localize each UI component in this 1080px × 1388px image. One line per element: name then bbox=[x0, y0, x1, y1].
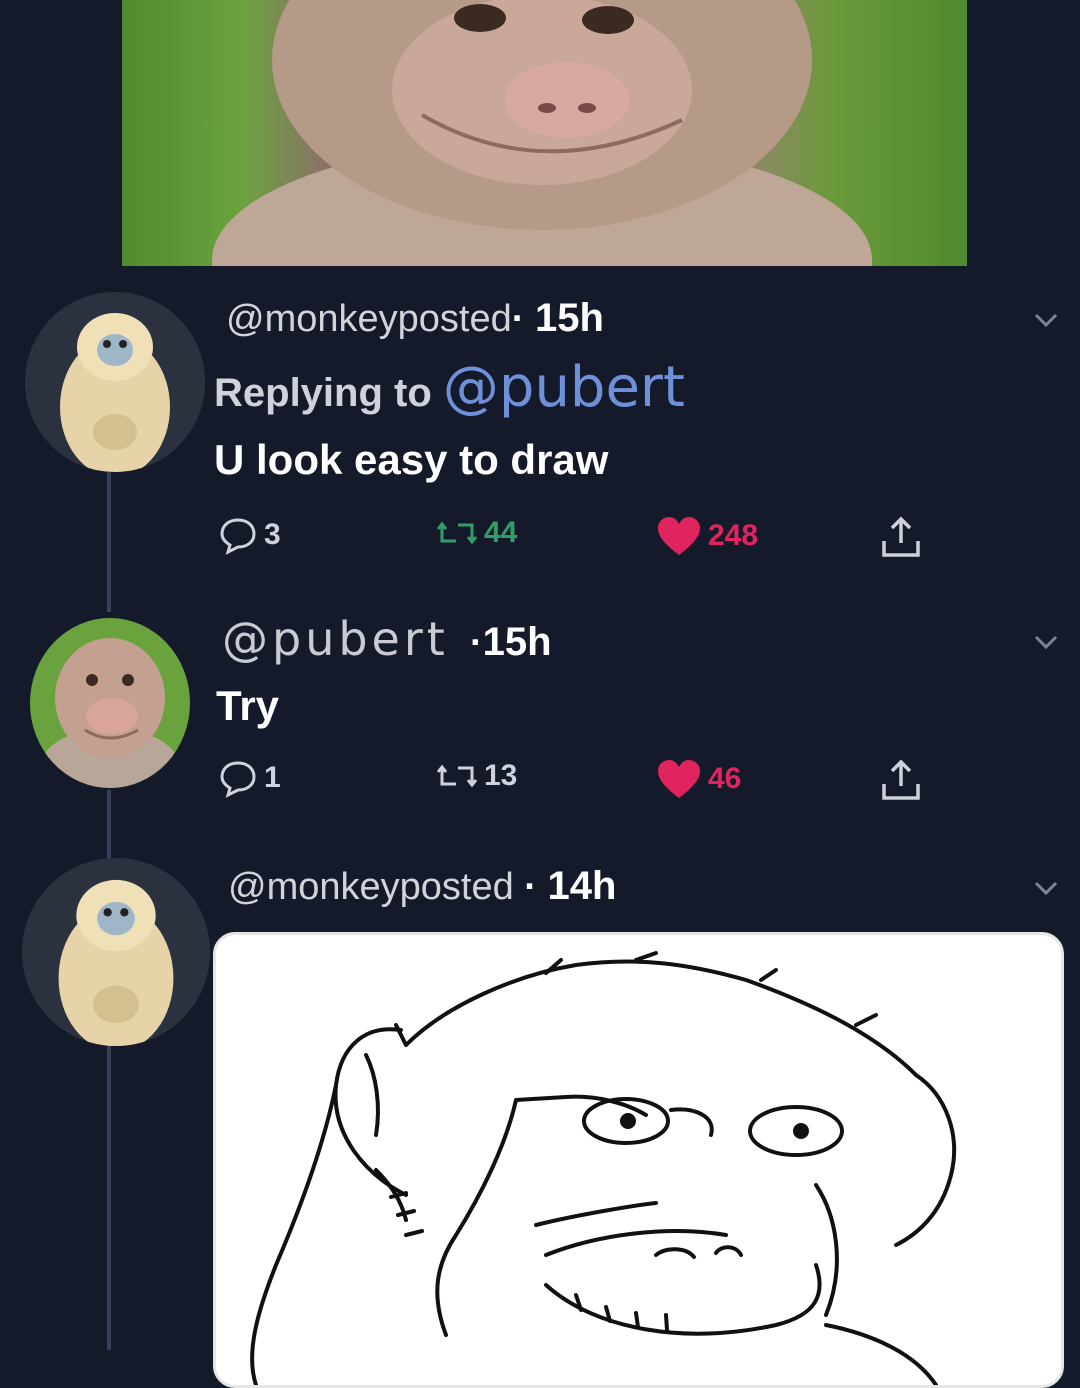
comment-icon bbox=[220, 518, 256, 555]
tweet-1-actions: 3 44 248 bbox=[214, 515, 934, 565]
retweet-count: 13 bbox=[484, 759, 518, 792]
comment-icon bbox=[220, 761, 256, 798]
reply-button[interactable]: 3 bbox=[218, 515, 281, 555]
tweet-2-time[interactable]: 15h bbox=[483, 620, 552, 664]
chevron-down-icon[interactable] bbox=[1032, 632, 1060, 652]
tweet-1-text: U look easy to draw bbox=[214, 436, 609, 483]
thread-line bbox=[107, 1045, 111, 1350]
like-count: 46 bbox=[708, 762, 742, 795]
chevron-down-icon[interactable] bbox=[1032, 310, 1060, 330]
tweet-1-handle[interactable]: @monkeyposted bbox=[226, 298, 512, 340]
tweet-1-time[interactable]: 15h bbox=[535, 296, 604, 340]
tweet-2-header: @pubert ·15h bbox=[222, 612, 552, 666]
replying-to-line: Replying to @pubert bbox=[214, 355, 685, 420]
like-button[interactable]: 248 bbox=[656, 515, 758, 557]
reply-count: 3 bbox=[264, 518, 281, 551]
thread-line bbox=[107, 472, 111, 612]
top-tweet-photo[interactable] bbox=[122, 0, 967, 266]
tweet-2-handle[interactable]: @pubert bbox=[222, 612, 449, 666]
tweet-1-header: @monkeyposted· 15h bbox=[226, 296, 604, 341]
replying-to-label: Replying to bbox=[214, 371, 443, 415]
tweet-3-handle[interactable]: @monkeyposted bbox=[228, 866, 514, 908]
reply-count: 1 bbox=[264, 761, 281, 794]
share-icon bbox=[882, 759, 920, 800]
avatar-monkeyposted[interactable] bbox=[22, 858, 210, 1046]
mention-link[interactable]: @pubert bbox=[443, 355, 685, 420]
tweet-2-separator: · bbox=[469, 622, 483, 664]
share-icon bbox=[882, 516, 920, 557]
tweet-2-text: Try bbox=[216, 682, 280, 729]
share-button[interactable] bbox=[878, 515, 924, 561]
reply-button[interactable]: 1 bbox=[218, 758, 281, 798]
retweet-icon bbox=[436, 764, 478, 788]
retweet-count: 44 bbox=[484, 516, 518, 549]
tweet-2-actions: 1 13 46 bbox=[214, 758, 934, 808]
monkey-drawing-image[interactable] bbox=[213, 932, 1064, 1388]
avatar-monkeyposted[interactable] bbox=[25, 292, 205, 472]
tweet-1-separator: · bbox=[511, 298, 525, 340]
tweet-3-time[interactable]: 14h bbox=[548, 864, 617, 908]
tweet-3-header: @monkeyposted · 14h bbox=[228, 864, 616, 909]
retweet-button[interactable]: 13 bbox=[436, 758, 517, 794]
retweet-icon bbox=[436, 521, 478, 545]
like-count: 248 bbox=[708, 519, 759, 552]
heart-icon bbox=[658, 517, 700, 555]
thread-line bbox=[107, 790, 111, 860]
heart-icon bbox=[658, 760, 700, 798]
chevron-down-icon[interactable] bbox=[1032, 878, 1060, 898]
like-button[interactable]: 46 bbox=[656, 758, 741, 800]
share-button[interactable] bbox=[878, 758, 924, 804]
avatar-pubert[interactable] bbox=[30, 618, 190, 788]
tweet-3-separator: · bbox=[524, 866, 537, 908]
retweet-button[interactable]: 44 bbox=[436, 515, 517, 551]
